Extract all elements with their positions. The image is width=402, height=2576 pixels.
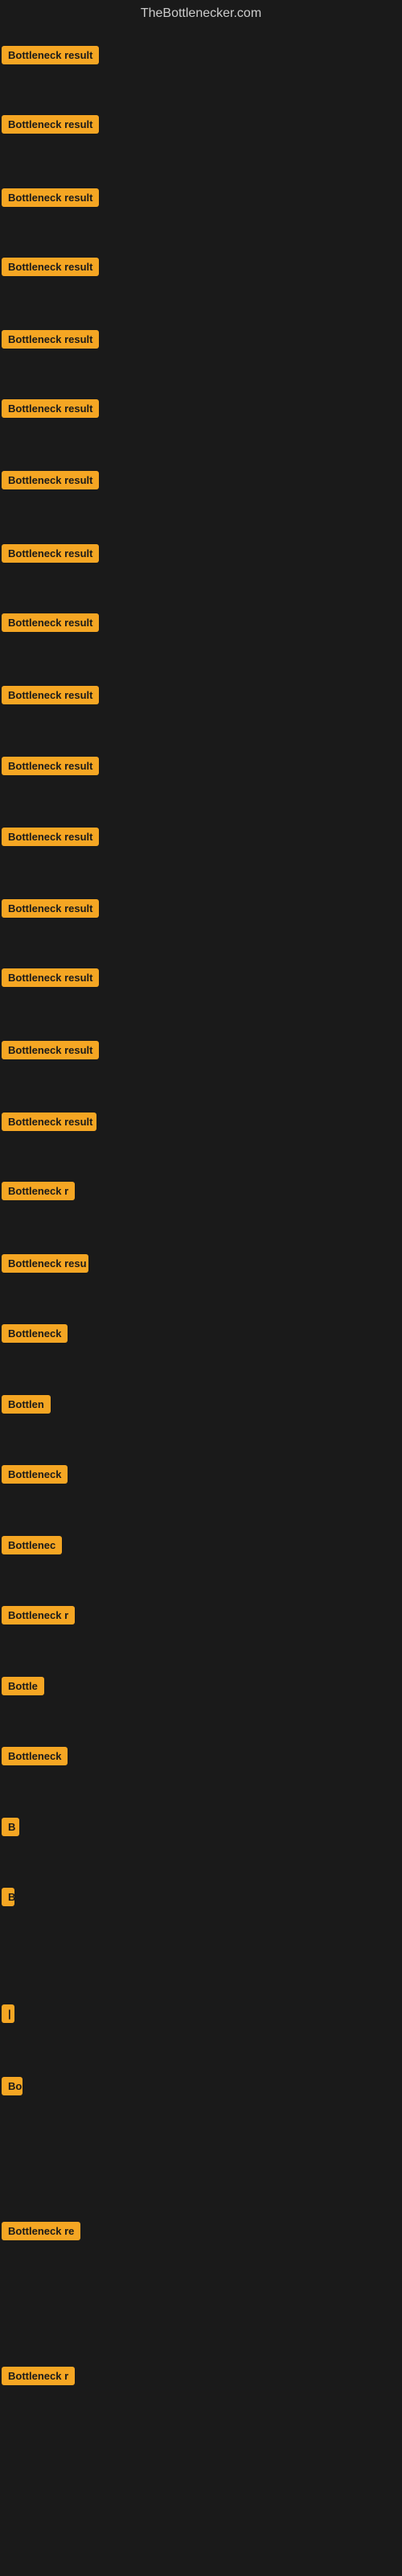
bottleneck-badge-2[interactable]: Bottleneck result (2, 115, 99, 134)
bottleneck-badge-11[interactable]: Bottleneck result (2, 757, 99, 775)
bottleneck-item-3: Bottleneck result (2, 188, 99, 211)
bottleneck-item-18: Bottleneck resu (2, 1254, 88, 1277)
bottleneck-item-29: Bo (2, 2077, 23, 2099)
bottleneck-badge-23[interactable]: Bottleneck r (2, 1606, 75, 1624)
bottleneck-item-25: Bottleneck (2, 1747, 68, 1769)
bottleneck-badge-26[interactable]: B (2, 1818, 19, 1836)
bottleneck-item-28: | (2, 2004, 14, 2027)
bottleneck-item-11: Bottleneck result (2, 757, 99, 779)
bottleneck-badge-19[interactable]: Bottleneck (2, 1324, 68, 1343)
bottleneck-item-31: Bottleneck r (2, 2367, 75, 2389)
bottleneck-badge-31[interactable]: Bottleneck r (2, 2367, 75, 2385)
bottleneck-item-23: Bottleneck r (2, 1606, 75, 1629)
bottleneck-item-12: Bottleneck result (2, 828, 99, 850)
bottleneck-badge-15[interactable]: Bottleneck result (2, 1041, 99, 1059)
bottleneck-item-26: B (2, 1818, 19, 1840)
bottleneck-item-1: Bottleneck result (2, 46, 99, 68)
bottleneck-badge-9[interactable]: Bottleneck result (2, 613, 99, 632)
bottleneck-badge-10[interactable]: Bottleneck result (2, 686, 99, 704)
bottleneck-item-13: Bottleneck result (2, 899, 99, 922)
bottleneck-item-24: Bottle (2, 1677, 44, 1699)
bottleneck-badge-24[interactable]: Bottle (2, 1677, 44, 1695)
bottleneck-badge-22[interactable]: Bottlenec (2, 1536, 62, 1554)
bottleneck-item-6: Bottleneck result (2, 399, 99, 422)
bottleneck-item-9: Bottleneck result (2, 613, 99, 636)
bottleneck-item-19: Bottleneck (2, 1324, 68, 1347)
bottleneck-item-10: Bottleneck result (2, 686, 99, 708)
site-title: TheBottlenecker.com (0, 0, 402, 24)
bottleneck-badge-25[interactable]: Bottleneck (2, 1747, 68, 1765)
bottleneck-item-17: Bottleneck r (2, 1182, 75, 1204)
bottleneck-badge-5[interactable]: Bottleneck result (2, 330, 99, 349)
bottleneck-item-20: Bottlen (2, 1395, 51, 1418)
bottleneck-badge-8[interactable]: Bottleneck result (2, 544, 99, 563)
bottleneck-badge-4[interactable]: Bottleneck result (2, 258, 99, 276)
bottleneck-item-14: Bottleneck result (2, 968, 99, 991)
bottleneck-badge-12[interactable]: Bottleneck result (2, 828, 99, 846)
bottleneck-item-7: Bottleneck result (2, 471, 99, 493)
bottleneck-badge-30[interactable]: Bottleneck re (2, 2222, 80, 2240)
bottleneck-badge-29[interactable]: Bo (2, 2077, 23, 2095)
bottleneck-item-16: Bottleneck result (2, 1113, 96, 1135)
bottleneck-badge-3[interactable]: Bottleneck result (2, 188, 99, 207)
bottleneck-badge-13[interactable]: Bottleneck result (2, 899, 99, 918)
bottleneck-item-27: B (2, 1888, 14, 1910)
bottleneck-badge-6[interactable]: Bottleneck result (2, 399, 99, 418)
bottleneck-item-8: Bottleneck result (2, 544, 99, 567)
bottleneck-item-21: Bottleneck (2, 1465, 68, 1488)
bottleneck-badge-1[interactable]: Bottleneck result (2, 46, 99, 64)
bottleneck-badge-28[interactable]: | (2, 2004, 14, 2023)
bottleneck-item-5: Bottleneck result (2, 330, 99, 353)
bottleneck-badge-14[interactable]: Bottleneck result (2, 968, 99, 987)
bottleneck-badge-7[interactable]: Bottleneck result (2, 471, 99, 489)
bottleneck-item-2: Bottleneck result (2, 115, 99, 138)
bottleneck-badge-27[interactable]: B (2, 1888, 14, 1906)
bottleneck-item-4: Bottleneck result (2, 258, 99, 280)
bottleneck-badge-18[interactable]: Bottleneck resu (2, 1254, 88, 1273)
bottleneck-item-22: Bottlenec (2, 1536, 62, 1558)
bottleneck-item-30: Bottleneck re (2, 2222, 80, 2244)
bottleneck-badge-17[interactable]: Bottleneck r (2, 1182, 75, 1200)
bottleneck-item-15: Bottleneck result (2, 1041, 99, 1063)
bottleneck-badge-21[interactable]: Bottleneck (2, 1465, 68, 1484)
bottleneck-badge-20[interactable]: Bottlen (2, 1395, 51, 1414)
bottleneck-badge-16[interactable]: Bottleneck result (2, 1113, 96, 1131)
